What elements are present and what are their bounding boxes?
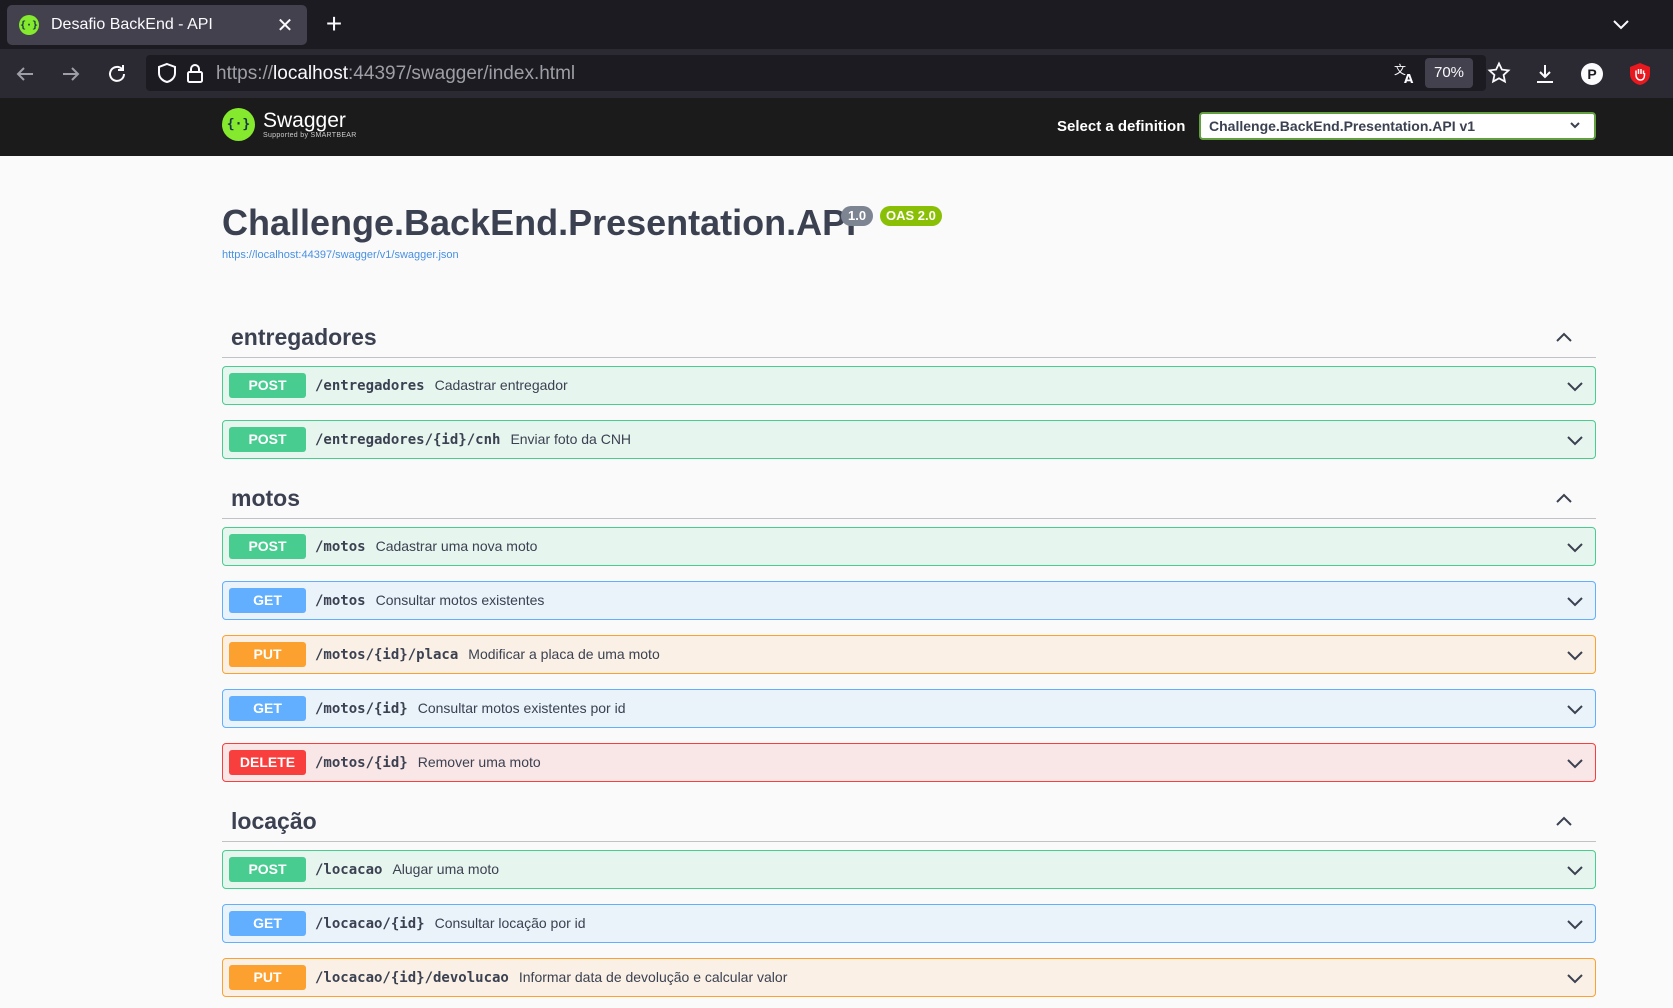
chevron-down-icon[interactable] [1565,430,1585,450]
section-motos[interactable]: motos [222,479,1596,519]
chevron-down-icon[interactable] [1565,860,1585,880]
swagger-logo-text: Swagger [263,109,346,132]
operation-row[interactable]: POST /locacao Alugar uma moto [222,850,1596,889]
profile-avatar-icon[interactable]: P [1579,61,1605,87]
operation-summary: Cadastrar uma nova moto [375,538,538,554]
chevron-down-icon[interactable] [1565,645,1585,665]
operation-summary: Consultar motos existentes [375,592,545,608]
swagger-json-link[interactable]: https://localhost:44397/swagger/v1/swagg… [222,249,459,261]
operation-row[interactable]: PUT /locacao/{id}/devolucao Informar data… [222,958,1596,997]
operation-path: /locacao Alugar uma moto [315,861,500,878]
url-bar[interactable]: https://localhost:44397/swagger/index.ht… [146,55,1511,91]
method-badge: DELETE [229,750,306,775]
chevron-down-icon[interactable] [1565,753,1585,773]
chevron-down-icon[interactable] [1565,699,1585,719]
operation-row[interactable]: POST /motos Cadastrar uma nova moto [222,527,1596,566]
operation-row[interactable]: DELETE /motos/{id} Remover uma moto [222,743,1596,782]
swagger-logo-subtext: Supported by SMARTBEAR [263,132,357,139]
forward-icon[interactable] [58,61,84,87]
operation-row[interactable]: PUT /motos/{id}/placa Modificar a placa d… [222,635,1596,674]
chevron-down-icon[interactable] [1565,537,1585,557]
bookmark-star-icon[interactable] [1486,60,1512,86]
shield-icon[interactable] [154,60,180,86]
operation-row[interactable]: POST /entregadores/{id}/cnh Enviar foto d… [222,420,1596,459]
section-title: locação [231,808,317,834]
tab-title: Desafio BackEnd - API [51,16,213,33]
operation-row[interactable]: GET /locacao/{id} Consultar locação por i… [222,904,1596,943]
svg-text:A: A [1404,72,1414,85]
operation-path: /motos Consultar motos existentes [315,592,545,609]
definition-select-value: Challenge.BackEnd.Presentation.API v1 [1209,118,1476,134]
browser-tabbar: {·} Desafio BackEnd - API ✕ + [0,0,1673,49]
oas-badge: OAS 2.0 [880,206,942,226]
definition-select[interactable]: Challenge.BackEnd.Presentation.API v1 [1199,112,1596,140]
method-badge: GET [229,911,306,936]
operation-path: /entregadores/{id}/cnh Enviar foto da CNH [315,431,632,448]
browser-tab[interactable]: {·} Desafio BackEnd - API ✕ [7,5,307,45]
method-badge: PUT [229,965,306,990]
method-badge: POST [229,857,306,882]
swagger-logo[interactable]: {·} Swagger Supported by SMARTBEAR [222,108,357,141]
chevron-down-icon [1568,118,1582,135]
method-badge: POST [229,534,306,559]
download-icon[interactable] [1532,61,1558,87]
method-badge: PUT [229,642,306,667]
section-entregadores[interactable]: entregadores [222,318,1596,358]
operation-summary: Remover uma moto [417,754,541,770]
swagger-favicon-icon: {·} [19,15,39,35]
close-tab-icon[interactable]: ✕ [273,13,297,37]
operation-summary: Modificar a placa de uma moto [468,646,660,662]
operation-path: /motos Cadastrar uma nova moto [315,538,538,555]
operation-path: /motos/{id} Remover uma moto [315,754,541,771]
method-badge: GET [229,696,306,721]
operation-path: /locacao/{id}/devolucao Informar data de … [315,969,788,986]
operation-row[interactable]: POST /entregadores Cadastrar entregador [222,366,1596,405]
translate-icon[interactable]: 文A [1392,60,1418,86]
operation-summary: Cadastrar entregador [434,377,568,393]
operation-summary: Enviar foto da CNH [510,431,632,447]
chevron-up-icon[interactable] [1554,489,1574,509]
operation-summary: Consultar motos existentes por id [417,700,626,716]
new-tab-button[interactable]: + [320,10,348,38]
chevron-down-icon[interactable] [1565,591,1585,611]
chevron-down-icon[interactable] [1565,376,1585,396]
chevron-down-icon[interactable] [1565,968,1585,988]
tab-list-chevron-icon[interactable] [1609,12,1633,36]
chevron-up-icon[interactable] [1554,812,1574,832]
operation-row[interactable]: GET /motos/{id} Consultar motos existente… [222,689,1596,728]
lock-icon[interactable] [182,60,208,86]
operation-summary: Alugar uma moto [392,861,500,877]
chevron-up-icon[interactable] [1554,328,1574,348]
method-badge: POST [229,427,306,452]
back-icon[interactable] [12,61,38,87]
section-title: motos [231,485,300,511]
swagger-logo-icon: {·} [222,108,255,141]
operation-summary: Consultar locação por id [434,915,586,931]
version-badge: 1.0 [841,206,874,226]
method-badge: POST [229,373,306,398]
swagger-topbar: {·} Swagger Supported by SMARTBEAR Selec… [0,98,1673,156]
method-badge: GET [229,588,306,613]
operation-summary: Informar data de devolução e calcular va… [518,969,788,985]
section-locacao[interactable]: locação [222,802,1596,842]
operation-path: /locacao/{id} Consultar locação por id [315,915,586,932]
operation-row[interactable]: GET /motos Consultar motos existentes [222,581,1596,620]
ublock-extension-icon[interactable] [1627,61,1653,87]
chevron-down-icon[interactable] [1565,914,1585,934]
reload-icon[interactable] [104,61,130,87]
browser-navbar: https://localhost:44397/swagger/index.ht… [0,49,1673,98]
operation-path: /entregadores Cadastrar entregador [315,377,568,394]
definition-label: Select a definition [1057,118,1186,135]
url-text[interactable]: https://localhost:44397/swagger/index.ht… [216,63,575,85]
zoom-level[interactable]: 70% [1425,58,1473,88]
svg-text:P: P [1587,66,1596,82]
api-title: Challenge.BackEnd.Presentation.API [222,202,857,243]
section-title: entregadores [231,324,377,350]
operation-path: /motos/{id} Consultar motos existentes po… [315,700,626,717]
operation-path: /motos/{id}/placa Modificar a placa de um… [315,646,660,663]
